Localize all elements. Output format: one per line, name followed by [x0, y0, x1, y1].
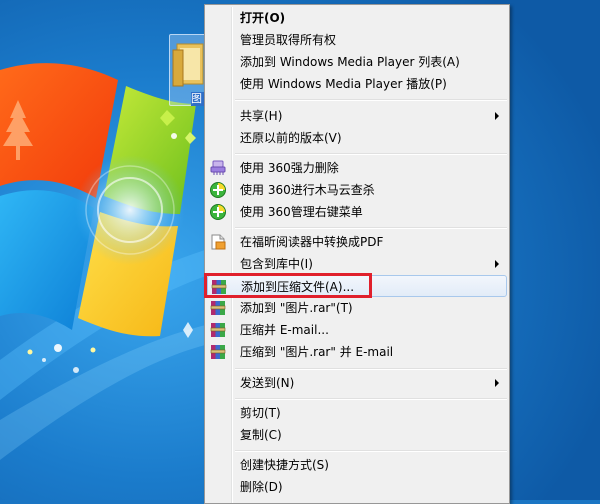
folder-icon	[172, 43, 204, 87]
menu-item-label: 包含到库中(I)	[240, 257, 313, 271]
menu-item-label: 剪切(T)	[240, 406, 281, 420]
menu-item-delete[interactable]: 删除(D)	[207, 476, 507, 498]
menu-item-label: 使用 Windows Media Player 播放(P)	[240, 77, 447, 91]
menu-item-compress-and-email[interactable]: 压缩并 E-mail...	[207, 319, 507, 341]
menu-separator	[235, 368, 507, 370]
menu-item-open[interactable]: 打开(O)	[207, 7, 507, 29]
menu-item-360-manage-menu[interactable]: 使用 360管理右键菜单	[207, 201, 507, 223]
menu-separator	[235, 398, 507, 400]
menu-item-foxit-convert-pdf[interactable]: 在福昕阅读器中转换成PDF	[207, 231, 507, 253]
menu-item-label: 还原以前的版本(V)	[240, 131, 342, 145]
menu-item-label: 管理员取得所有权	[240, 33, 337, 47]
menu-item-take-ownership[interactable]: 管理员取得所有权	[207, 29, 507, 51]
menu-item-add-to-wmp-list[interactable]: 添加到 Windows Media Player 列表(A)	[207, 51, 507, 73]
menu-item-label: 使用 360进行木马云查杀	[240, 183, 375, 197]
menu-item-360-trojan-scan[interactable]: 使用 360进行木马云查杀	[207, 179, 507, 201]
winrar-icon	[210, 345, 226, 359]
menu-separator	[235, 153, 507, 155]
menu-item-add-to-rar[interactable]: 添加到 "图片.rar"(T)	[207, 297, 507, 319]
menu-item-label: 删除(D)	[240, 480, 283, 494]
menu-item-compress-to-rar-and-email[interactable]: 压缩到 "图片.rar" 并 E-mail	[207, 341, 507, 363]
menu-item-label: 添加到 "图片.rar"(T)	[240, 301, 353, 315]
foxit-pdf-icon	[211, 234, 226, 250]
360-logo-icon	[210, 182, 226, 198]
desktop-folder-icon[interactable]: 图	[169, 34, 209, 106]
menu-item-share[interactable]: 共享(H)	[207, 105, 507, 127]
menu-item-create-shortcut[interactable]: 创建快捷方式(S)	[207, 454, 507, 476]
menu-item-cut[interactable]: 剪切(T)	[207, 402, 507, 424]
menu-separator	[235, 450, 507, 452]
menu-item-include-in-library[interactable]: 包含到库中(I)	[207, 253, 507, 275]
menu-item-play-with-wmp[interactable]: 使用 Windows Media Player 播放(P)	[207, 73, 507, 95]
menu-item-label: 使用 360强力删除	[240, 161, 339, 175]
menu-item-label: 压缩并 E-mail...	[240, 323, 329, 337]
submenu-arrow-icon	[495, 260, 499, 268]
menu-item-label: 压缩到 "图片.rar" 并 E-mail	[240, 345, 394, 359]
menu-item-label: 复制(C)	[240, 428, 282, 442]
menu-item-label: 打开(O)	[240, 11, 286, 25]
menu-separator	[235, 99, 507, 101]
menu-item-restore-previous-versions[interactable]: 还原以前的版本(V)	[207, 127, 507, 149]
menu-item-label: 使用 360管理右键菜单	[240, 205, 363, 219]
menu-item-label: 共享(H)	[240, 109, 283, 123]
menu-item-copy[interactable]: 复制(C)	[207, 424, 507, 446]
shredder-icon	[210, 160, 226, 175]
menu-item-label: 添加到 Windows Media Player 列表(A)	[240, 55, 460, 69]
menu-item-label: 创建快捷方式(S)	[240, 458, 329, 472]
menu-item-label: 发送到(N)	[240, 376, 295, 390]
submenu-arrow-icon	[495, 379, 499, 387]
menu-separator	[235, 227, 507, 229]
submenu-arrow-icon	[495, 112, 499, 120]
menu-item-label: 在福昕阅读器中转换成PDF	[240, 235, 384, 249]
red-highlight-box	[204, 273, 372, 298]
menu-item-send-to[interactable]: 发送到(N)	[207, 372, 507, 394]
winrar-icon	[210, 323, 226, 337]
context-menu: 打开(O) 管理员取得所有权 添加到 Windows Media Player …	[204, 4, 510, 504]
360-logo-icon	[210, 204, 226, 220]
winrar-icon	[210, 301, 226, 315]
menu-item-360-force-delete[interactable]: 使用 360强力删除	[207, 157, 507, 179]
